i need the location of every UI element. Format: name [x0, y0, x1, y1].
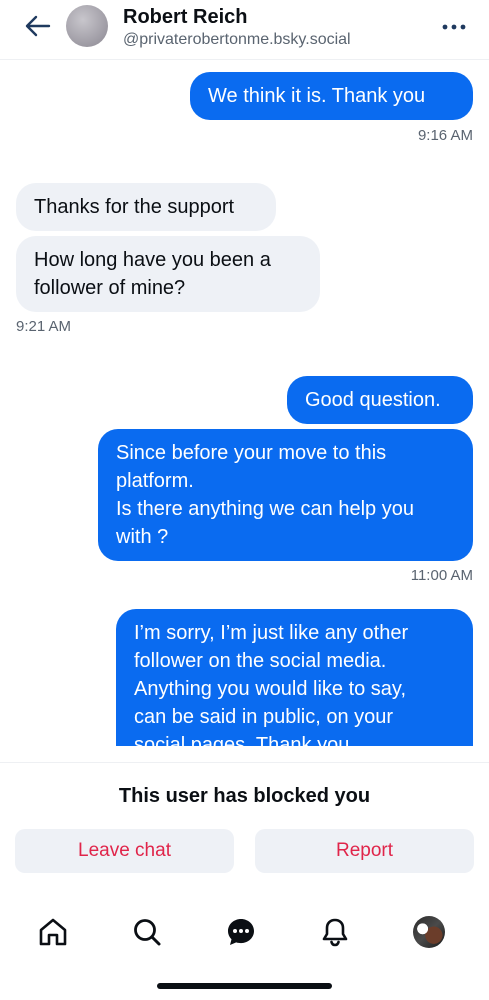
chat-icon — [228, 919, 254, 945]
message-bubble-sent: I’m sorry, I’m just like any other follo… — [116, 609, 473, 746]
blocked-message: This user has blocked you — [118, 785, 371, 807]
ellipsis-icon — [442, 24, 466, 30]
blocked-notice: This user has blocked you Leave chat Rep… — [0, 762, 489, 890]
message-timestamp: 11:00 AM — [410, 567, 473, 584]
message-text: We think it is. Thank you — [208, 85, 426, 107]
tab-profile[interactable] — [409, 912, 449, 952]
more-options-button[interactable] — [439, 14, 469, 40]
report-button[interactable]: Report — [255, 829, 474, 873]
message-text: can be said in public, on your — [134, 706, 394, 728]
avatar — [413, 916, 445, 948]
tab-notifications[interactable] — [315, 912, 355, 952]
message-timestamp: 9:21 AM — [16, 318, 72, 335]
message-text: Anything you would like to say, — [134, 678, 407, 700]
contact-handle[interactable]: @privaterobertonme.bsky.social — [123, 31, 351, 49]
back-button[interactable] — [20, 10, 56, 42]
message-text: with ? — [116, 526, 169, 548]
message-text: follower on the social media. — [134, 650, 387, 672]
message-bubble-received: Thanks for the support — [16, 183, 276, 231]
message-bubble-sent: We think it is. Thank you — [190, 72, 473, 120]
avatar[interactable] — [66, 5, 108, 47]
message-text: Since before your move to this — [116, 442, 387, 464]
home-indicator — [157, 983, 332, 989]
tab-search[interactable] — [127, 912, 167, 952]
chat-header: Robert Reich @privaterobertonme.bsky.soc… — [0, 0, 489, 60]
message-text: I’m sorry, I’m just like any other — [134, 622, 409, 644]
message-text: Good question. — [305, 389, 441, 411]
message-bubble-received: How long have you been a follower of min… — [16, 236, 320, 312]
message-text: social pages. Thank you. — [134, 734, 355, 746]
message-text: How long have you been a — [34, 249, 271, 271]
message-bubble-sent: Good question. — [287, 376, 473, 424]
message-list[interactable]: We think it is. Thank you 9:16 AM Thanks… — [0, 60, 489, 746]
message-text: Thanks for the support — [34, 196, 235, 218]
bell-icon — [322, 918, 348, 947]
search-icon — [134, 919, 161, 946]
tab-chat[interactable] — [221, 912, 261, 952]
leave-chat-button[interactable]: Leave chat — [15, 829, 234, 873]
bottom-tab-bar — [0, 900, 489, 964]
message-text: Is there anything we can help you — [116, 498, 414, 520]
arrow-left-icon — [25, 15, 51, 37]
home-icon — [39, 918, 67, 946]
tab-home[interactable] — [33, 912, 73, 952]
message-timestamp: 9:16 AM — [417, 127, 473, 144]
message-text: platform. — [116, 470, 194, 492]
message-bubble-sent: Since before your move to this platform.… — [98, 429, 473, 561]
contact-name[interactable]: Robert Reich — [123, 6, 247, 29]
message-text: follower of mine? — [34, 277, 186, 299]
